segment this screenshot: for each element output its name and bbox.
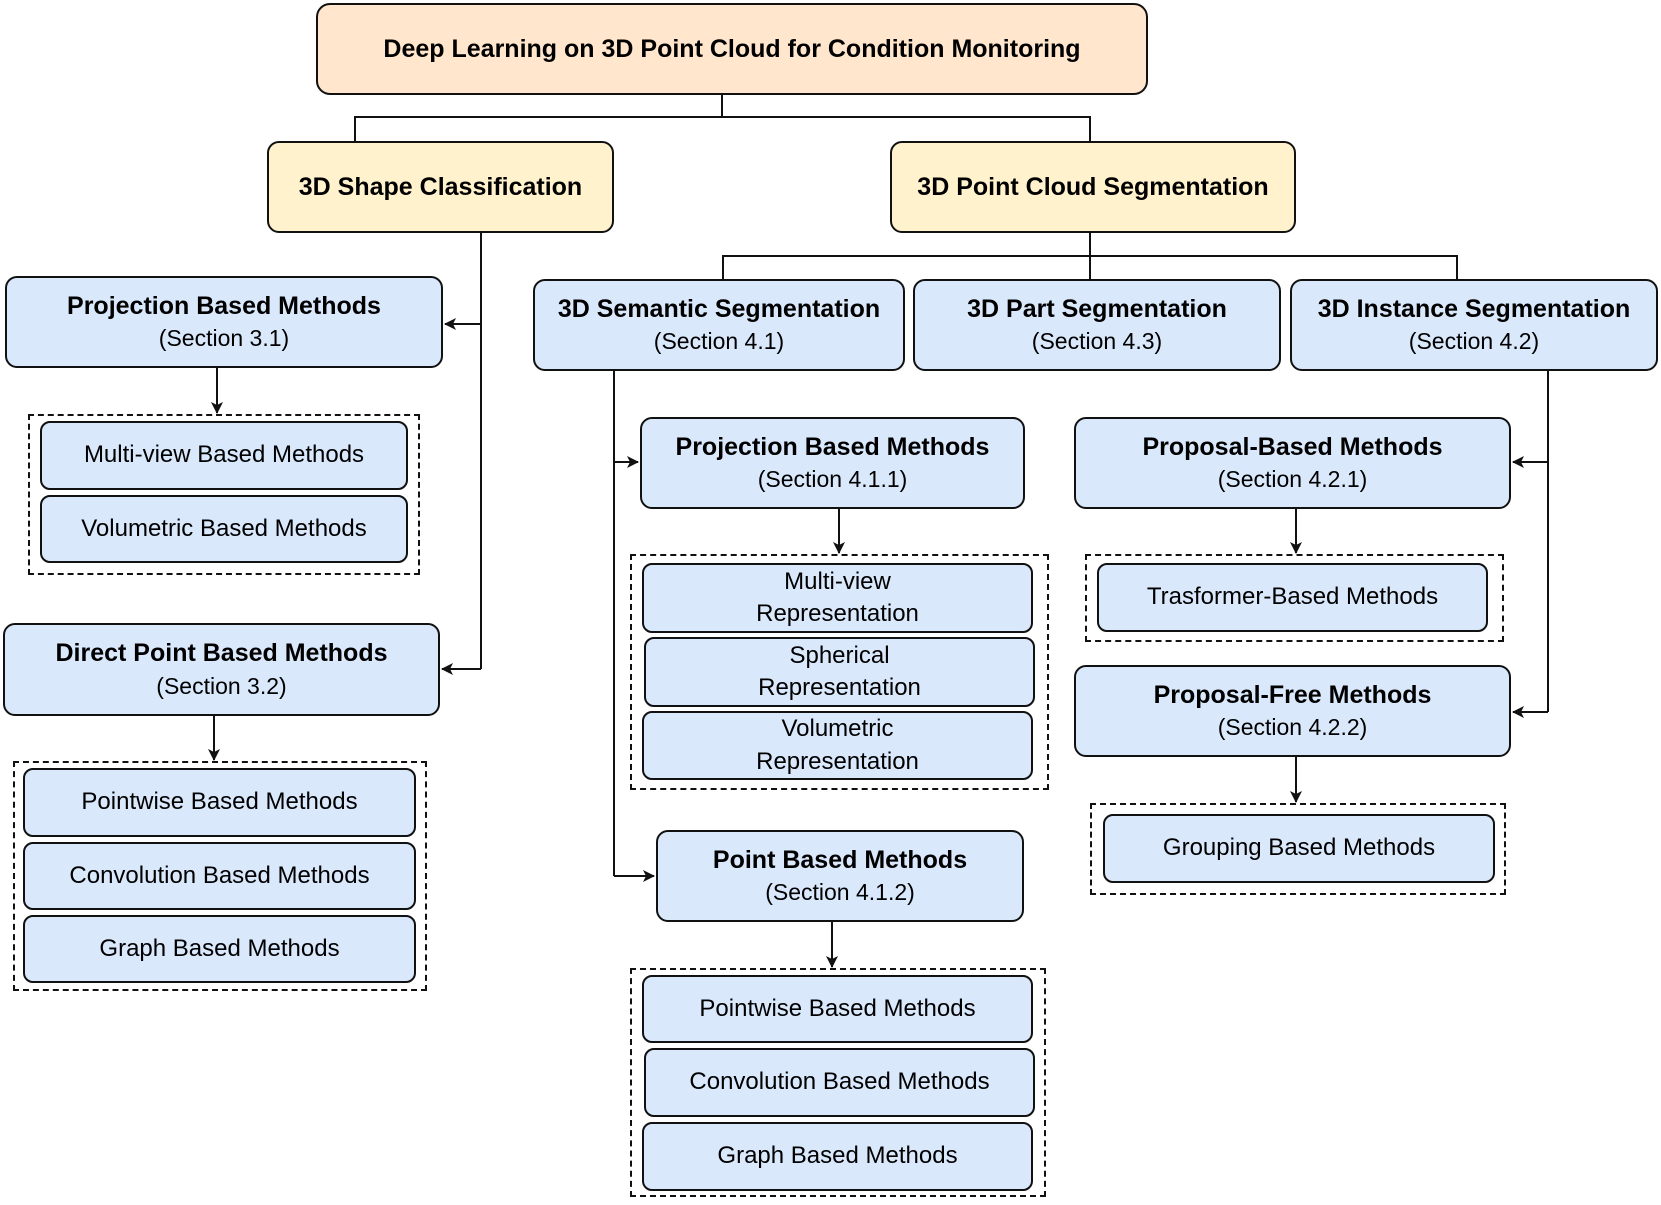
proposal-free-node: Proposal-Free Methods (Section 4.2.2) bbox=[1074, 665, 1511, 757]
sem-projection-item: Multi-view Representation bbox=[642, 563, 1033, 633]
part-segmentation-section: (Section 4.3) bbox=[1031, 328, 1163, 355]
cls-direct-section: (Section 3.2) bbox=[156, 672, 287, 699]
item-label: Pointwise Based Methods bbox=[699, 994, 976, 1022]
sem-point-node: Point Based Methods (Section 4.1.2) bbox=[656, 830, 1024, 922]
sem-point-item: Convolution Based Methods bbox=[644, 1048, 1035, 1117]
cls-direct-item: Pointwise Based Methods bbox=[23, 768, 416, 837]
item-label: Pointwise Based Methods bbox=[81, 788, 358, 816]
part-segmentation-node: 3D Part Segmentation (Section 4.3) bbox=[913, 279, 1281, 371]
point-cloud-segmentation-node: 3D Point Cloud Segmentation bbox=[890, 141, 1296, 233]
sem-point-section: (Section 4.1.2) bbox=[765, 879, 915, 906]
cls-projection-node: Projection Based Methods (Section 3.1) bbox=[5, 276, 443, 368]
item-label: Grouping Based Methods bbox=[1162, 834, 1436, 862]
item-label: Volumetric Representation bbox=[756, 715, 919, 775]
proposal-based-title: Proposal-Based Methods bbox=[1142, 432, 1443, 461]
sem-point-title: Point Based Methods bbox=[712, 845, 968, 874]
connector-seg-bar bbox=[722, 255, 1458, 279]
proposal-based-section: (Section 4.2.1) bbox=[1217, 466, 1368, 493]
cls-projection-item: Multi-view Based Methods bbox=[40, 421, 408, 490]
item-label: Multi-view Representation bbox=[756, 567, 919, 627]
cls-direct-item: Convolution Based Methods bbox=[23, 842, 416, 910]
cls-projection-section: (Section 3.1) bbox=[158, 325, 290, 352]
proposal-free-title: Proposal-Free Methods bbox=[1153, 680, 1432, 709]
sem-projection-item: Volumetric Representation bbox=[642, 711, 1033, 780]
semantic-segmentation-title: 3D Semantic Segmentation bbox=[557, 294, 881, 323]
part-segmentation-title: 3D Part Segmentation bbox=[967, 294, 1227, 323]
sem-projection-item: Spherical Representation bbox=[644, 637, 1035, 707]
root-node: Deep Learning on 3D Point Cloud for Cond… bbox=[316, 3, 1148, 95]
item-label: Spherical Representation bbox=[758, 641, 921, 701]
instance-segmentation-node: 3D Instance Segmentation (Section 4.2) bbox=[1290, 279, 1658, 371]
item-label: Graph Based Methods bbox=[717, 1142, 958, 1170]
item-label: Graph Based Methods bbox=[99, 934, 340, 962]
sem-projection-section: (Section 4.1.1) bbox=[757, 466, 908, 493]
sem-point-item: Graph Based Methods bbox=[642, 1122, 1033, 1191]
semantic-segmentation-section: (Section 4.1) bbox=[653, 328, 785, 355]
sem-point-item: Pointwise Based Methods bbox=[642, 975, 1033, 1043]
item-label: Convolution Based Methods bbox=[69, 861, 370, 889]
item-label: Multi-view Based Methods bbox=[83, 441, 365, 469]
instance-segmentation-title: 3D Instance Segmentation bbox=[1317, 294, 1631, 323]
sem-projection-node: Projection Based Methods (Section 4.1.1) bbox=[640, 417, 1025, 509]
cls-projection-title: Projection Based Methods bbox=[67, 291, 381, 320]
proposal-free-section: (Section 4.2.2) bbox=[1217, 714, 1368, 741]
connector-root-bar bbox=[354, 116, 1091, 141]
cls-projection-item: Volumetric Based Methods bbox=[40, 495, 408, 563]
sem-projection-title: Projection Based Methods bbox=[675, 432, 990, 461]
semantic-segmentation-node: 3D Semantic Segmentation (Section 4.1) bbox=[533, 279, 905, 371]
instance-segmentation-section: (Section 4.2) bbox=[1408, 328, 1540, 355]
shape-classification-node: 3D Shape Classification bbox=[267, 141, 614, 233]
cls-direct-title: Direct Point Based Methods bbox=[55, 639, 388, 668]
point-cloud-segmentation-title: 3D Point Cloud Segmentation bbox=[917, 172, 1269, 201]
item-label: Trasformer-Based Methods bbox=[1146, 583, 1439, 611]
shape-classification-title: 3D Shape Classification bbox=[298, 172, 583, 201]
proposal-based-node: Proposal-Based Methods (Section 4.2.1) bbox=[1074, 417, 1511, 509]
cls-direct-node: Direct Point Based Methods (Section 3.2) bbox=[3, 623, 440, 716]
item-label: Convolution Based Methods bbox=[689, 1068, 990, 1096]
root-title: Deep Learning on 3D Point Cloud for Cond… bbox=[383, 34, 1081, 63]
proposal-free-item: Grouping Based Methods bbox=[1103, 814, 1495, 883]
item-label: Volumetric Based Methods bbox=[81, 514, 367, 542]
proposal-based-item: Trasformer-Based Methods bbox=[1097, 563, 1488, 632]
cls-direct-item: Graph Based Methods bbox=[23, 915, 416, 983]
